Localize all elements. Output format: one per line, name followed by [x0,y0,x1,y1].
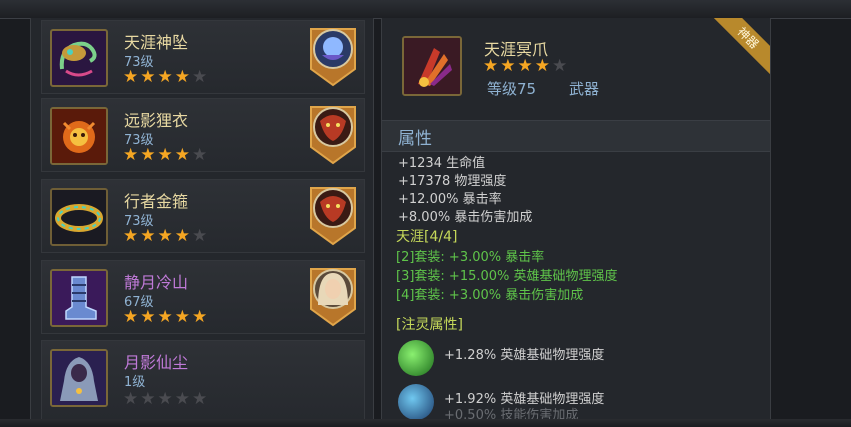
detail-item-type: 武器 [569,80,600,98]
pendant-icon [50,29,108,87]
set-bonus-line: [2]套装: +3.00% 暴击率 [396,250,545,265]
set-bonus-line: [3]套装: +15.00% 英雄基础物理强度 [396,269,618,284]
equipment-item[interactable]: 月影仙尘 1级 ★★★★★ [41,340,365,422]
star-rating: ★★★★★ [123,307,210,327]
attribute-line: +8.00% 暴击伤害加成 [398,210,533,225]
artifact-tag: 神器 [712,18,770,78]
detail-star-rating: ★★★★★ [483,56,570,76]
star-rating: ★★★★★ [123,145,210,165]
equipment-list: 天涯神坠 73级 ★★★★★ 远影狸衣 73级 ★★★★★ 行者金箍 73级 ★… [30,18,374,427]
attributes-section-header: 属性 [382,120,770,152]
attribute-line: +1234 生命值 [398,156,486,171]
cloak-icon [50,349,108,407]
window-top-frame [0,0,851,19]
equipment-detail-panel: 天涯冥爪 ★★★★★ 等级75 武器 神器 属性 +1234 生命值 +1737… [381,18,771,427]
attribute-line: +17378 物理强度 [398,174,507,189]
item-name: 远影狸衣 [124,111,189,130]
armor-icon [50,107,108,165]
item-name: 静月冷山 [124,273,189,292]
infusion-title: [注灵属性] [396,317,463,333]
ring-icon [50,188,108,246]
claw-icon [402,36,462,96]
equipment-item[interactable]: 静月冷山 67级 ★★★★★ [41,260,365,334]
star-rating: ★★★★★ [123,67,210,87]
item-level: 1级 [124,375,146,390]
item-name: 行者金箍 [124,192,189,211]
hero-portrait-woman-icon[interactable] [308,265,358,327]
equipment-item[interactable]: 远影狸衣 73级 ★★★★★ [41,98,365,172]
star-rating: ★★★★★ [123,226,210,246]
artifact-tag-label: 神器 [712,18,770,78]
hero-portrait-blue-icon[interactable] [308,25,358,87]
green-orb-icon [398,340,434,376]
set-bonus-line: [4]套装: +3.00% 暴击伤害加成 [396,288,584,303]
attribute-line: +12.00% 暴击率 [398,192,502,207]
boots-icon [50,269,108,327]
infusion-line: +1.28% 英雄基础物理强度 [444,348,605,363]
detail-header: 天涯冥爪 ★★★★★ 等级75 武器 [394,30,764,110]
equipment-item[interactable]: 天涯神坠 73级 ★★★★★ [41,20,365,94]
item-name: 月影仙尘 [124,353,189,372]
hero-portrait-beast-icon[interactable] [308,103,358,165]
window-bottom-frame [0,419,851,427]
star-rating: ★★★★★ [123,389,210,409]
hero-portrait-beast-icon[interactable] [308,184,358,246]
blue-orb-icon [398,384,434,420]
attributes-title: 属性 [398,129,432,149]
equipment-item[interactable]: 行者金箍 73级 ★★★★★ [41,179,365,253]
set-title: 天涯[4/4] [396,229,458,245]
detail-item-level: 等级75 [487,80,537,98]
item-name: 天涯神坠 [124,33,189,52]
